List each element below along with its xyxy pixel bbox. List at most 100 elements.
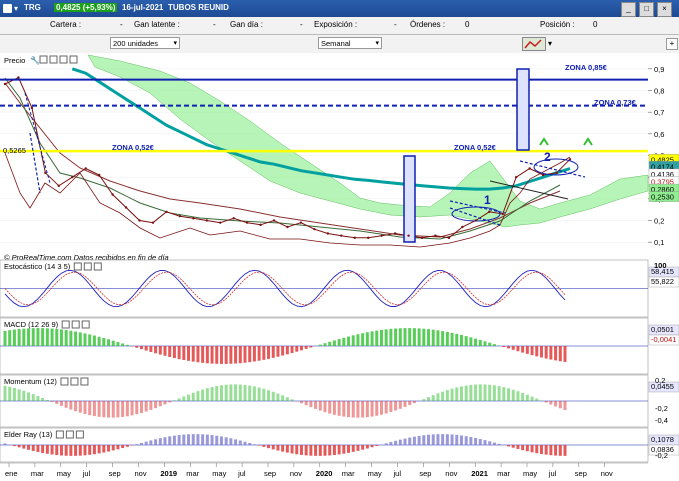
wrench-icon[interactable]: 🔧 xyxy=(30,55,40,65)
momentum-bar xyxy=(139,401,143,413)
price-point xyxy=(219,221,222,224)
macd-bar xyxy=(111,340,115,346)
x-tick-label: mar xyxy=(342,469,355,478)
elder-bar xyxy=(163,437,167,445)
maximize-button[interactable]: □ xyxy=(639,2,654,17)
period-select-value: Semanal xyxy=(321,39,351,48)
momentum-bar xyxy=(483,384,487,401)
momentum-bar xyxy=(337,401,341,416)
panel-control-button[interactable] xyxy=(61,320,70,329)
elder-y-tick-label: -0,2 xyxy=(655,451,668,460)
chevron-down-icon[interactable]: ▾ xyxy=(548,39,552,48)
macd-bar xyxy=(370,331,374,346)
x-tick-label: ene xyxy=(5,469,18,478)
chart-tools-button[interactable] xyxy=(522,37,546,51)
elder-bar xyxy=(455,434,459,445)
elder-bar xyxy=(50,445,54,455)
period-select[interactable]: Semanal ▾ xyxy=(318,37,382,49)
panel-control-button[interactable] xyxy=(93,262,102,271)
elder-bar xyxy=(154,439,158,445)
momentum-bar xyxy=(238,384,242,401)
macd-bar xyxy=(107,339,111,346)
panel-control-button[interactable] xyxy=(73,262,82,271)
macd-bar xyxy=(403,328,407,346)
x-tick-label: 2021 xyxy=(471,469,488,478)
panel-control-button[interactable] xyxy=(60,377,69,386)
macd-bar xyxy=(88,334,92,346)
elder-bar xyxy=(102,445,106,453)
momentum-bar xyxy=(469,384,473,401)
momentum-bar xyxy=(144,401,148,412)
momentum-bar xyxy=(83,401,87,415)
momentum-bar xyxy=(234,384,238,401)
panel-control-button[interactable] xyxy=(71,320,80,329)
price-point xyxy=(528,167,531,170)
units-select[interactable]: 200 unidades ▾ xyxy=(110,37,180,49)
momentum-bar xyxy=(497,386,501,401)
momentum-bar xyxy=(172,400,176,401)
macd-bar xyxy=(139,346,143,350)
y-tick-label: 0,7 xyxy=(654,108,664,117)
x-tick-label: jul xyxy=(393,469,402,478)
momentum-bar xyxy=(125,401,129,417)
elder-bar xyxy=(530,445,534,453)
panel-control-button[interactable] xyxy=(65,430,74,439)
elder-bar xyxy=(488,441,492,445)
panel-control-button[interactable] xyxy=(70,377,79,386)
price-point xyxy=(286,225,289,229)
elder-bar xyxy=(299,445,303,455)
minimize-button[interactable]: _ xyxy=(621,2,636,17)
elder-bar xyxy=(281,445,285,452)
panel-control-button[interactable] xyxy=(83,262,92,271)
price-point xyxy=(17,76,20,79)
gan-dia-value: - xyxy=(300,20,303,29)
momentum-bar xyxy=(389,401,393,413)
macd-bar xyxy=(323,343,327,346)
momentum-bar xyxy=(450,388,454,401)
macd-bar xyxy=(78,332,82,346)
elder-bar xyxy=(191,434,195,445)
panel-control-button[interactable] xyxy=(81,320,90,329)
panel-button-1[interactable] xyxy=(39,55,48,64)
chart-area[interactable]: ZONA 0,85€ ZONA 0,73€ ZONA 0,52€ ZONA 0,… xyxy=(0,53,679,481)
elder-bar xyxy=(398,439,402,445)
elder-bar xyxy=(234,439,238,445)
momentum-bar xyxy=(441,391,445,401)
momentum-bar xyxy=(262,388,266,401)
macd-bar xyxy=(135,346,139,348)
macd-bar xyxy=(74,331,78,346)
panel-button-4[interactable] xyxy=(69,55,78,64)
add-panel-button[interactable]: + xyxy=(666,38,678,50)
x-tick-label: mar xyxy=(31,469,44,478)
price-point xyxy=(447,236,451,240)
panel-control-button[interactable] xyxy=(55,430,64,439)
elder-bar xyxy=(337,445,341,455)
x-tick-label: jul xyxy=(548,469,557,478)
panel-button-2[interactable] xyxy=(49,55,58,64)
macd-bar xyxy=(445,331,449,346)
momentum-bar xyxy=(210,387,214,401)
elder-bar xyxy=(22,445,26,449)
close-button[interactable]: × xyxy=(657,2,672,17)
elder-bar xyxy=(83,445,87,456)
momentum-bar xyxy=(191,392,195,401)
panel-control-button[interactable] xyxy=(75,430,84,439)
zone-073-label: ZONA 0,73€ xyxy=(594,98,637,107)
elder-bar xyxy=(332,445,336,456)
momentum-bar xyxy=(516,391,520,401)
momentum-bar xyxy=(64,401,68,408)
momentum-bar xyxy=(74,401,78,412)
panel-button-3[interactable] xyxy=(59,55,68,64)
price-point xyxy=(420,236,424,240)
macd-bar xyxy=(521,346,525,353)
macd-bar xyxy=(342,337,346,346)
elder-bar xyxy=(521,445,525,451)
macd-bar xyxy=(483,341,487,346)
chevron-down-icon[interactable]: ▾ xyxy=(14,4,18,13)
stochastic-panel-label: Estocástico (14 3 5) xyxy=(4,262,71,271)
momentum-bar xyxy=(8,386,12,401)
macd-bar xyxy=(163,346,167,356)
macd-bar xyxy=(205,346,209,364)
panel-control-button[interactable] xyxy=(80,377,89,386)
macd-bar xyxy=(271,346,275,358)
